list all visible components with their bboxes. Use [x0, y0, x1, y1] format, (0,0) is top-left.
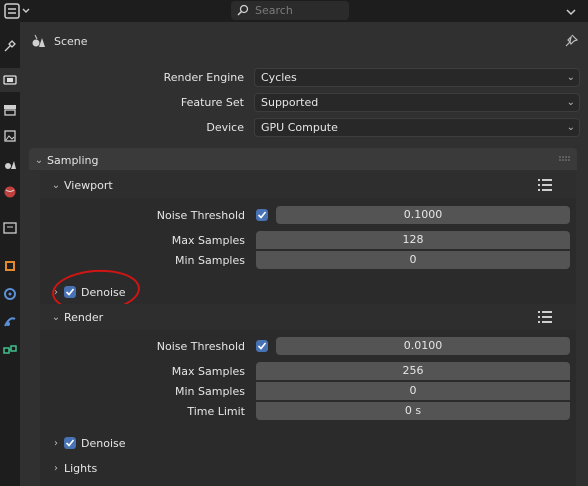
- render-min-samples-field[interactable]: 0: [256, 382, 570, 400]
- chevron-right-icon: ›: [54, 437, 58, 449]
- render-engine-value: Cycles: [261, 71, 297, 84]
- render-time-limit-label: Time Limit: [187, 405, 245, 418]
- render-tab-icon[interactable]: [0, 68, 20, 92]
- chevron-down-icon: ⌄: [51, 311, 61, 323]
- chevron-right-icon: ›: [54, 462, 58, 474]
- tool-tab-icon[interactable]: [0, 34, 20, 58]
- view-layer-tab-icon[interactable]: [0, 124, 20, 148]
- particles-tab-icon[interactable]: [0, 310, 20, 334]
- lights-subpanel[interactable]: › Lights: [50, 456, 97, 480]
- output-tab-icon[interactable]: [0, 98, 20, 122]
- viewport-noise-threshold-field[interactable]: 0.1000: [276, 206, 570, 224]
- options-dropdown-icon[interactable]: [562, 3, 580, 21]
- collection-tab-icon[interactable]: [0, 216, 20, 240]
- render-denoise-subpanel[interactable]: › Denoise: [50, 431, 126, 455]
- drag-handle-icon[interactable]: [559, 156, 571, 162]
- viewport-noise-threshold-checkbox[interactable]: [256, 209, 268, 221]
- lights-label: Lights: [64, 461, 98, 475]
- search-input[interactable]: Search: [231, 1, 349, 20]
- checkmark-icon: [65, 439, 75, 447]
- viewport-noise-threshold-label: Noise Threshold: [156, 209, 245, 222]
- search-placeholder: Search: [255, 4, 293, 17]
- checkmark-icon: [257, 342, 267, 350]
- search-icon: [237, 4, 249, 16]
- pin-icon[interactable]: [564, 34, 579, 51]
- render-time-limit-field[interactable]: 0 s: [256, 402, 570, 420]
- chevron-down-icon: ⌄: [51, 179, 61, 191]
- render-denoise-label: Denoise: [81, 436, 126, 450]
- presets-list-icon[interactable]: [538, 179, 552, 191]
- top-bar: Search: [0, 0, 588, 22]
- properties-panel: Scene Render Engine Cycles ⌄ Feature Set…: [20, 22, 588, 486]
- render-engine-dropdown[interactable]: Cycles ⌄: [254, 68, 580, 87]
- render-title: Render: [64, 310, 104, 324]
- device-value: GPU Compute: [261, 121, 338, 134]
- scene-title: Scene: [54, 34, 88, 48]
- editor-type-icon: [4, 3, 30, 19]
- render-noise-threshold-field[interactable]: 0.0100: [276, 337, 570, 355]
- render-subpanel-header[interactable]: ⌄ Render: [40, 304, 576, 330]
- editor-type-selector[interactable]: [4, 3, 34, 19]
- viewport-max-samples-label: Max Samples: [171, 234, 245, 247]
- presets-list-icon[interactable]: [538, 311, 552, 323]
- checkmark-icon: [257, 211, 267, 219]
- feature-set-label: Feature Set: [180, 96, 244, 109]
- viewport-min-samples-label: Min Samples: [175, 254, 245, 267]
- modifiers-tab-icon[interactable]: [0, 282, 20, 306]
- device-label: Device: [206, 121, 244, 134]
- chevron-down-icon: ⌄: [566, 97, 575, 108]
- render-min-samples-label: Min Samples: [175, 385, 245, 398]
- feature-set-dropdown[interactable]: Supported ⌄: [254, 93, 580, 112]
- world-tab-icon[interactable]: [0, 180, 20, 204]
- scene-tab-icon[interactable]: [0, 152, 20, 176]
- render-engine-label: Render Engine: [163, 71, 244, 84]
- sampling-header-row: ⌄ Sampling: [33, 148, 99, 172]
- sampling-panel-header[interactable]: ⌄ Sampling: [29, 148, 577, 172]
- viewport-title: Viewport: [64, 178, 113, 192]
- device-dropdown[interactable]: GPU Compute ⌄: [254, 118, 580, 137]
- scene-icon: [32, 34, 45, 47]
- render-denoise-checkbox[interactable]: [64, 437, 76, 449]
- sampling-title: Sampling: [47, 153, 99, 167]
- viewport-max-samples-field[interactable]: 128: [256, 231, 570, 249]
- object-tab-icon[interactable]: [0, 254, 20, 278]
- chevron-down-icon: ⌄: [34, 154, 44, 166]
- physics-tab-icon[interactable]: [0, 338, 20, 362]
- properties-tabs: [0, 22, 20, 486]
- chevron-down-icon: ⌄: [566, 72, 575, 83]
- feature-set-value: Supported: [261, 96, 319, 109]
- render-max-samples-field[interactable]: 256: [256, 362, 570, 380]
- render-noise-threshold-label: Noise Threshold: [156, 340, 245, 353]
- render-max-samples-label: Max Samples: [171, 365, 245, 378]
- viewport-min-samples-field[interactable]: 0: [256, 251, 570, 269]
- viewport-subpanel-header[interactable]: ⌄ Viewport: [40, 172, 576, 198]
- render-noise-threshold-checkbox[interactable]: [256, 340, 268, 352]
- scene-header: Scene: [30, 32, 88, 50]
- chevron-down-icon: ⌄: [566, 122, 575, 133]
